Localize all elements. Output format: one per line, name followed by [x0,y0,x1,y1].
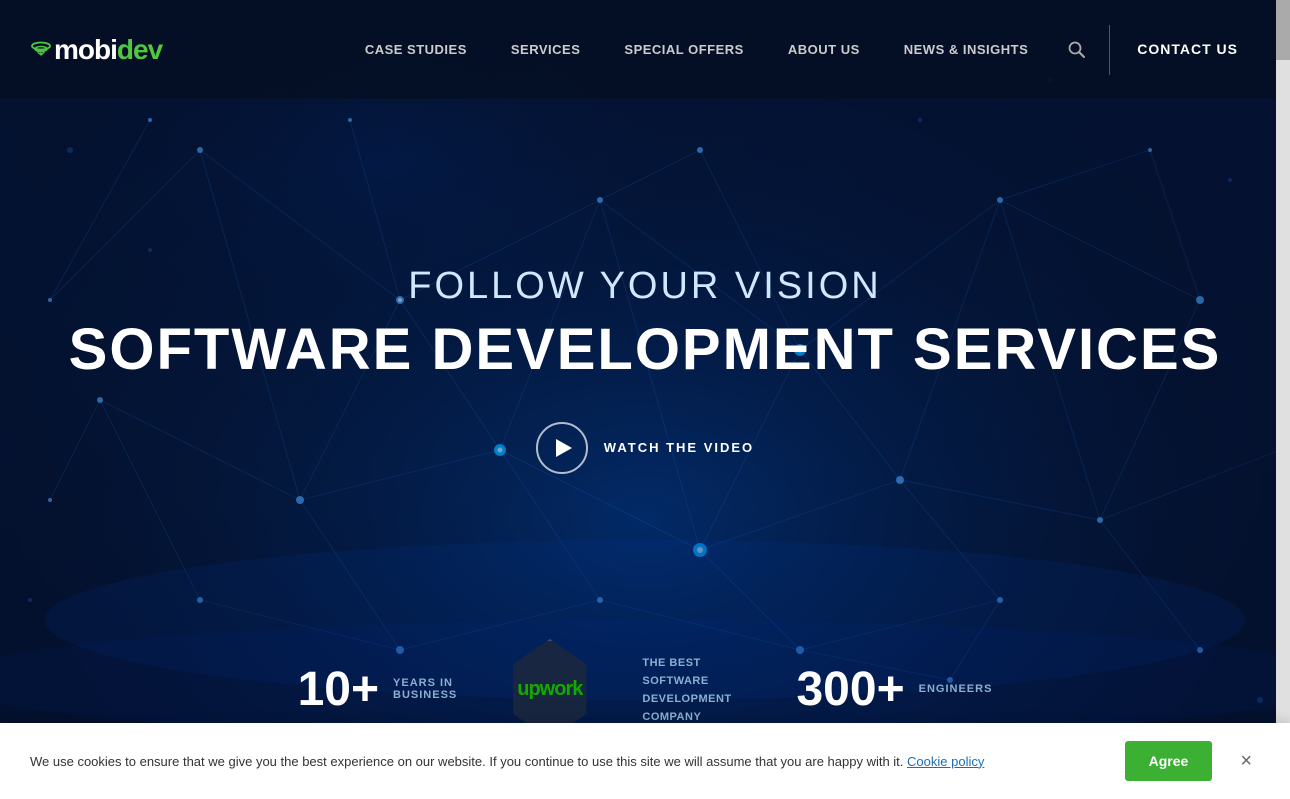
hero-title: SOFTWARE DEVELOPMENT SERVICES [69,318,1222,382]
play-icon [556,439,572,457]
cookie-close-button[interactable]: × [1232,746,1260,777]
logo-dev: dev [117,34,162,65]
search-button[interactable] [1050,0,1104,99]
nav-contact: CONTACT US [1115,0,1260,99]
search-icon [1068,41,1086,59]
nav-item-special-offers[interactable]: SPECIAL OFFERS [602,0,765,99]
nav-divider [1109,25,1110,75]
nav-item-news-insights[interactable]: NEWS & INSIGHTS [882,0,1051,99]
nav-links: CASE STUDIES SERVICES SPECIAL OFFERS ABO… [343,0,1050,99]
upwork-text: upwork [517,678,582,701]
logo-icon [30,40,52,62]
navbar: mobidev CASE STUDIES SERVICES SPECIAL OF… [0,0,1290,99]
stat-engineers-number: 300+ [796,662,904,717]
nav-item-contact[interactable]: CONTACT US [1115,0,1260,99]
scrollbar-thumb[interactable] [1276,0,1290,60]
cookie-agree-button[interactable]: Agree [1125,741,1213,781]
stat-engineers: 300+ ENGINEERS [796,662,992,717]
play-circle [536,422,588,474]
stat-engineers-label: ENGINEERS [919,683,993,695]
nav-item-about-us[interactable]: ABOUT US [766,0,882,99]
hero-subtitle: FOLLOW YOUR VISION [69,265,1222,308]
watch-video-label: WATCH THE VIDEO [604,440,754,455]
nav-item-case-studies[interactable]: CASE STUDIES [343,0,489,99]
stat-years-number: 10+ [298,662,379,717]
hero-content: FOLLOW YOUR VISION SOFTWARE DEVELOPMENT … [69,265,1222,474]
logo[interactable]: mobidev [30,34,162,66]
cookie-banner: We use cookies to ensure that we give yo… [0,723,1290,799]
upwork-desc: THE BEST SOFTWARE DEVELOPMENT COMPANY [642,653,746,725]
hero-section: mobidev CASE STUDIES SERVICES SPECIAL OF… [0,0,1290,799]
cookie-policy-link[interactable]: Cookie policy [907,754,984,769]
stat-years: 10+ YEARS IN BUSINESS [298,662,458,717]
scrollbar[interactable] [1276,0,1290,799]
nav-item-services[interactable]: SERVICES [489,0,603,99]
watch-video-button[interactable]: WATCH THE VIDEO [69,422,1222,474]
cookie-text: We use cookies to ensure that we give yo… [30,754,1105,769]
logo-mobi: mobi [54,34,117,65]
stat-years-label: YEARS IN BUSINESS [393,677,457,701]
